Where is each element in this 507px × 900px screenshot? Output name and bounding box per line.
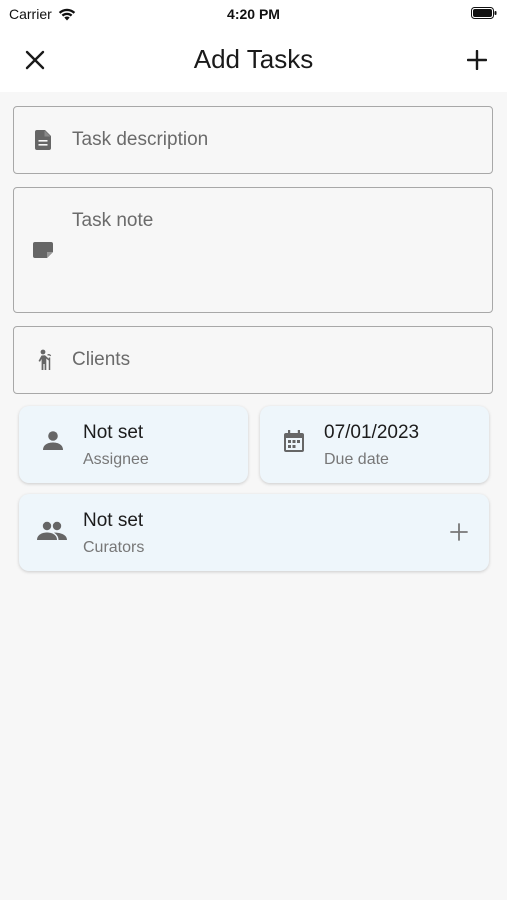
group-icon xyxy=(37,518,67,544)
clients-placeholder: Clients xyxy=(72,349,131,370)
task-note-placeholder: Task note xyxy=(72,210,154,231)
battery-icon xyxy=(471,7,497,19)
due-date-value: 07/01/2023 xyxy=(324,422,420,443)
due-date-label: Due date xyxy=(324,451,389,468)
clients-field[interactable]: Clients xyxy=(13,326,493,394)
assignee-card[interactable]: Not set Assignee xyxy=(19,406,248,483)
assignee-value: Not set xyxy=(83,422,144,443)
assignee-label: Assignee xyxy=(83,451,149,468)
task-description-placeholder: Task description xyxy=(72,129,209,150)
page-title: Add Tasks xyxy=(193,44,314,74)
person-cane-icon xyxy=(32,349,54,371)
plus-icon xyxy=(467,50,487,70)
task-description-field[interactable]: Task description xyxy=(13,106,493,174)
plus-icon xyxy=(450,523,468,541)
task-note-field[interactable]: Task note xyxy=(13,187,493,313)
add-task-button[interactable] xyxy=(457,40,497,80)
curators-value: Not set xyxy=(83,510,144,531)
person-icon xyxy=(40,428,66,454)
document-icon xyxy=(32,129,54,151)
curators-card[interactable]: Not set Curators xyxy=(19,494,489,571)
status-time: 4:20 PM xyxy=(227,6,280,22)
curators-label: Curators xyxy=(83,539,145,556)
status-bar: Carrier 4:20 PM xyxy=(0,0,507,28)
calendar-icon xyxy=(281,428,307,454)
add-curator-button[interactable] xyxy=(447,520,471,544)
due-date-card[interactable]: 07/01/2023 Due date xyxy=(260,406,489,483)
app-bar: Add Tasks xyxy=(0,28,507,92)
note-icon xyxy=(32,239,54,261)
